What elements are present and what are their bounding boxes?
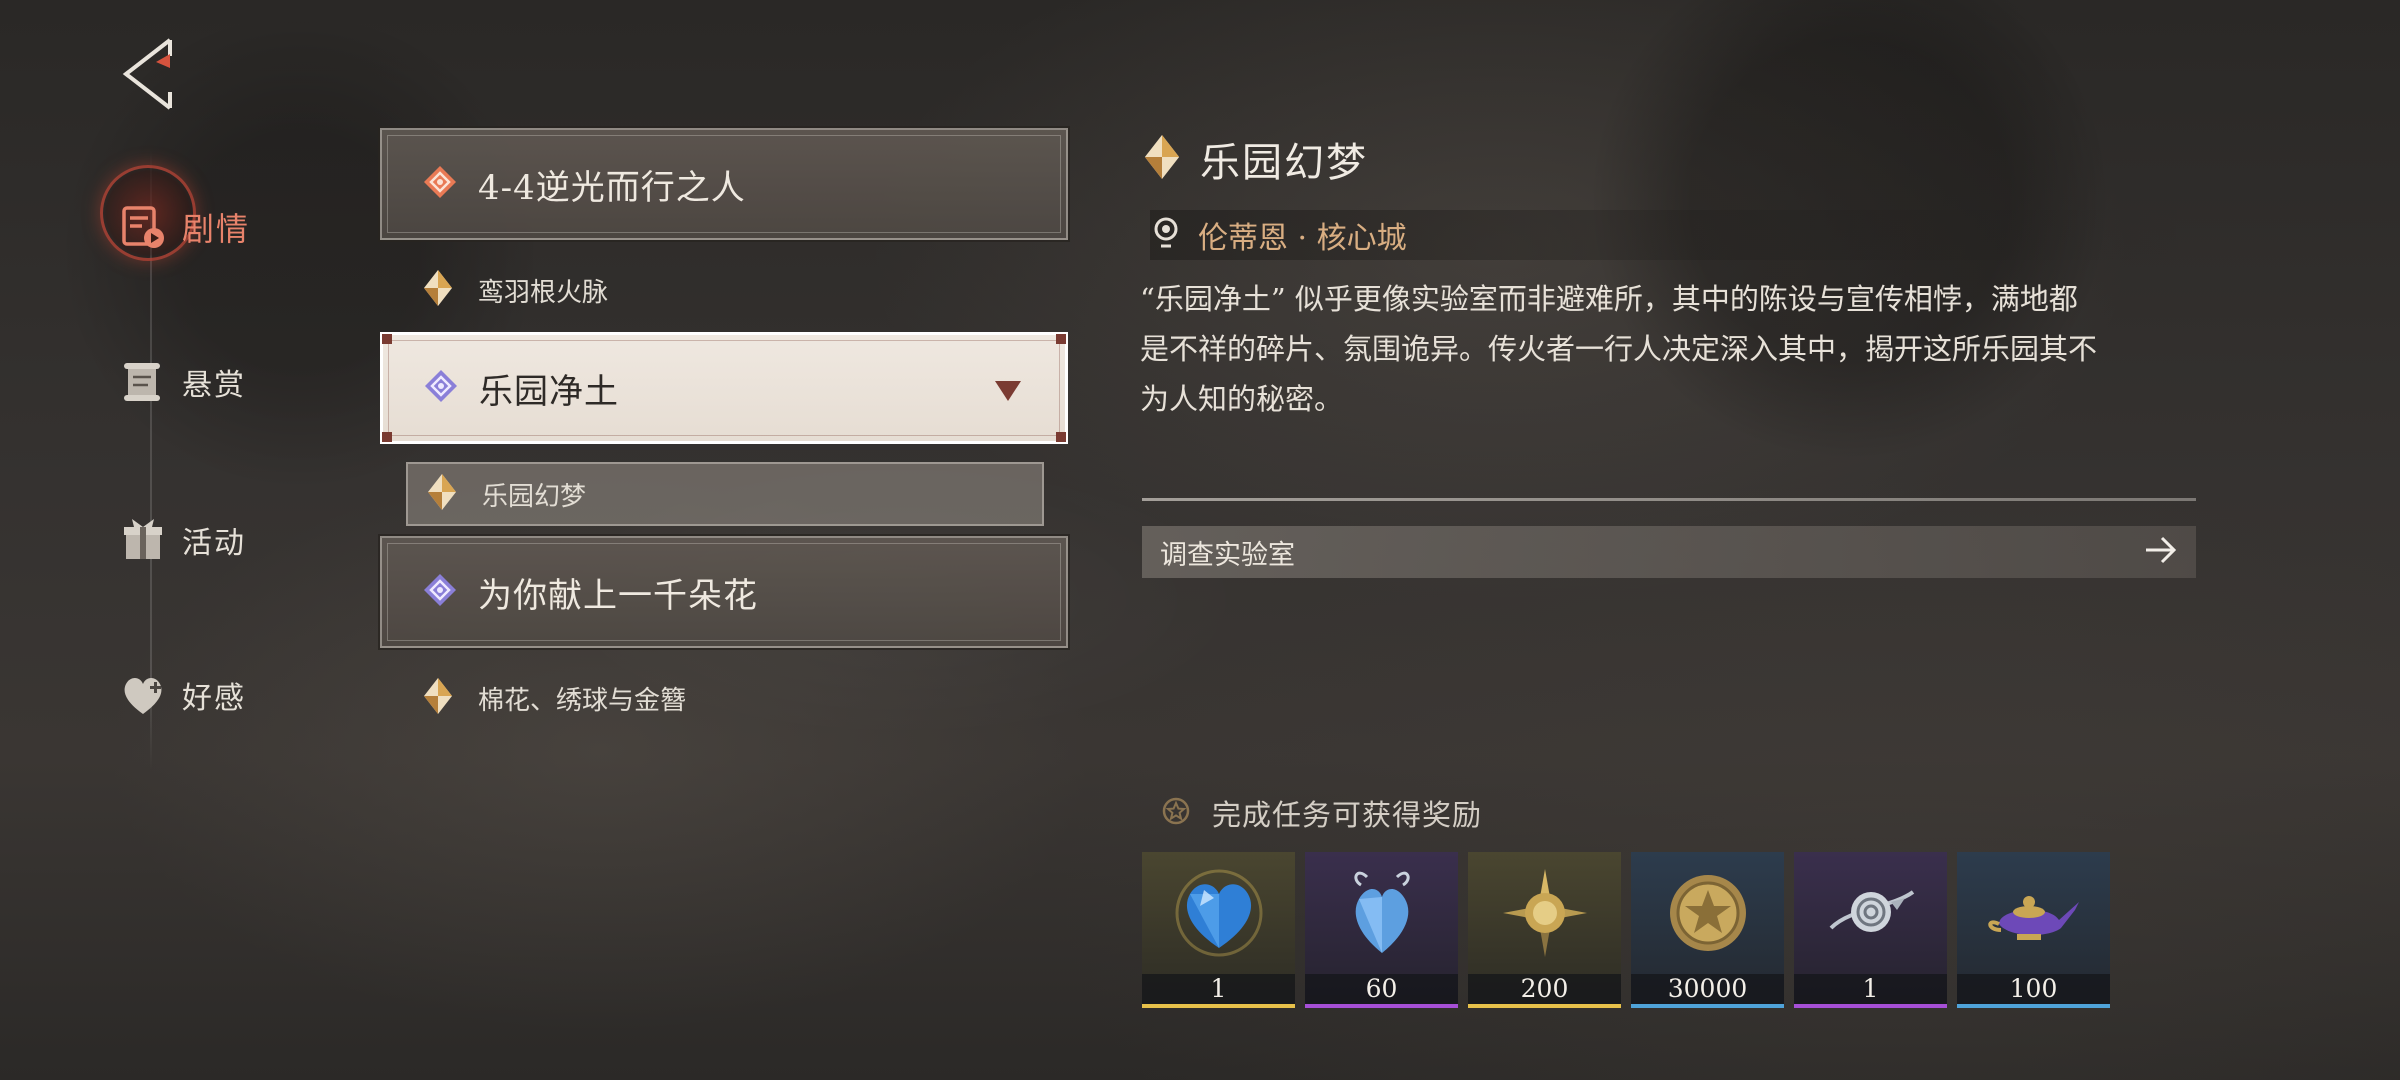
nav-item-story[interactable]: 剧情 [118,195,250,259]
rarity-bar [1468,1004,1621,1008]
rewards-header: 完成任务可获得奖励 [1162,792,1482,834]
crystal-heart-icon [1305,852,1458,974]
rarity-bar [1957,1004,2110,1008]
reward-count: 60 [1305,974,1458,1004]
nav-label-events: 活动 [182,526,246,561]
back-arrow-icon [122,38,172,110]
reward-item[interactable]: 100 [1957,852,2110,1008]
chapter-title: 为你献上一千朵花 [478,575,758,616]
description-line: 为人知的秘密。 [1140,382,1344,416]
reward-item[interactable]: 1 [1142,852,1295,1008]
rarity-bar [1794,1004,1947,1008]
corner-marker [382,334,392,344]
quest-detail-title: 乐园幻梦 [1200,140,1368,186]
quest-marker-icon [420,268,456,312]
purple-diamond-icon [422,572,458,612]
blue-heart-gem-icon [1142,852,1295,974]
quest-list-item[interactable]: 棉花、绣球与金簪 [420,668,686,728]
quest-marker-icon [420,676,456,720]
quest-list-item-current[interactable]: 乐园幻梦 [406,462,1044,526]
reward-list: 1 60 200 30000 1 100 [1142,852,2110,1008]
magic-lamp-icon [1957,852,2110,974]
nav-label-bounty: 悬赏 [182,368,246,403]
reward-count: 200 [1468,974,1621,1004]
rarity-bar [1305,1004,1458,1008]
silver-rose-icon [1794,852,1947,974]
reward-item[interactable]: 30000 [1631,852,1784,1008]
reward-count: 100 [1957,974,2110,1004]
gold-sun-emblem-icon [1468,852,1621,974]
purple-diamond-icon [423,368,459,408]
reward-item[interactable]: 200 [1468,852,1621,1008]
quest-list-item[interactable]: 鸾羽根火脉 [420,260,608,320]
quest-detail-header: 乐园幻梦 [1140,130,1368,188]
quest-marker-icon [1140,132,1184,186]
nav-item-bounty[interactable]: 悬赏 [118,350,246,414]
quest-title: 棉花、绣球与金簪 [478,685,687,716]
quest-title: 鸾羽根火脉 [478,277,609,308]
chapter-title: 乐园净土 [479,371,619,412]
reward-item[interactable]: 1 [1794,852,1947,1008]
rarity-bar [1142,1004,1295,1008]
chapter-item[interactable]: 为你献上一千朵花 [378,534,1070,650]
scroll-icon [118,357,168,407]
corner-marker [1056,432,1066,442]
quest-marker-icon [424,472,460,516]
nav-item-affinity[interactable]: 好感 [118,663,246,727]
chapter-item-selected[interactable]: 乐园净土 [380,332,1068,444]
star-badge-icon [1162,797,1190,829]
story-icon [118,202,168,252]
task-objective-button[interactable]: 调查实验室 [1142,526,2196,578]
corner-marker [1056,334,1066,344]
reward-count: 1 [1142,974,1295,1004]
nav-label-story: 剧情 [182,210,251,248]
rewards-title: 完成任务可获得奖励 [1212,798,1483,832]
reward-count: 1 [1794,974,1947,1004]
location-text: 伦蒂恩 · 核心城 [1198,221,1407,256]
gold-coin-icon [1631,852,1784,974]
reward-count: 30000 [1631,974,1784,1004]
chapter-item[interactable]: 4-4逆光而行之人 [378,126,1070,242]
rarity-bar [1631,1004,1784,1008]
arrow-right-icon [2144,535,2178,569]
chapter-title: 4-4逆光而行之人 [478,167,746,208]
task-objective-text: 调查实验室 [1160,539,1295,571]
quest-location: 伦蒂恩 · 核心城 [1150,210,2200,260]
heart-icon [118,670,168,720]
divider [1142,498,2196,501]
quest-description: “乐园净土” 似乎更像实验室而非避难所，其中的陈设与宣传相悖，满地都 是不祥的碎… [1140,274,2210,424]
reward-item[interactable]: 60 [1305,852,1458,1008]
back-button[interactable] [118,36,182,112]
quest-title: 乐园幻梦 [482,481,587,512]
description-line: “乐园净土” 似乎更像实验室而非避难所，其中的陈设与宣传相悖，满地都 [1140,282,2078,316]
nav-label-affinity: 好感 [182,681,246,716]
corner-marker [382,432,392,442]
nav-item-events[interactable]: 活动 [118,508,246,572]
expand-arrow-icon[interactable] [995,381,1021,401]
gift-icon [118,515,168,565]
orange-diamond-icon [422,164,458,204]
description-line: 是不祥的碎片、氛围诡异。传火者一行人决定深入其中，揭开这所乐园其不 [1140,332,2098,366]
location-pin-icon [1152,217,1180,253]
